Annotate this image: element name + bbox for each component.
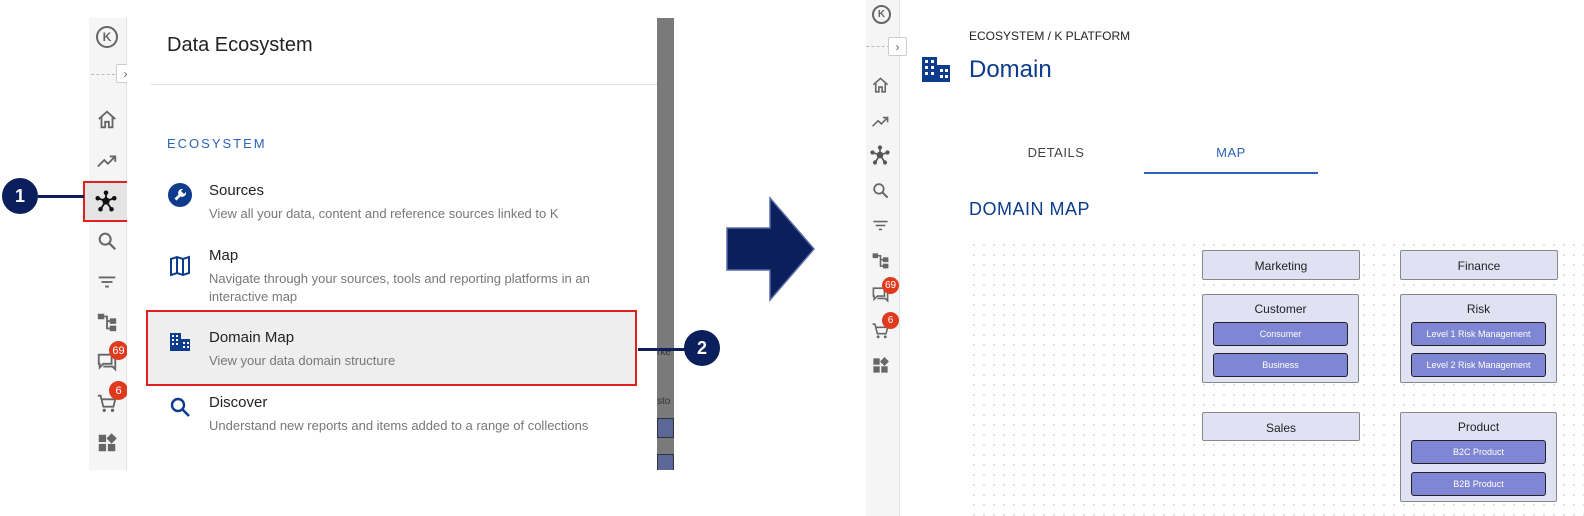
domain-node-risk[interactable]: Risk Level 1 Risk Management Level 2 Ris… xyxy=(1400,294,1557,383)
menu-item-description: Navigate through your sources, tools and… xyxy=(209,271,590,304)
menu-item-description: Understand new reports and items added t… xyxy=(209,418,589,433)
peek-box xyxy=(657,454,674,470)
wrench-icon xyxy=(167,182,193,208)
right-sidebar: K › 69 6 xyxy=(866,0,907,516)
step-1-connector xyxy=(38,195,84,198)
active-tab-indicator xyxy=(1144,172,1318,174)
building-icon xyxy=(167,329,193,355)
section-label-ecosystem: ECOSYSTEM xyxy=(167,136,267,151)
trending-icon[interactable] xyxy=(95,149,119,173)
chat-count-badge: 69 xyxy=(882,277,900,294)
home-icon[interactable] xyxy=(870,75,890,95)
drawer-divider xyxy=(151,84,657,85)
ecosystem-icon[interactable] xyxy=(870,145,890,165)
ecosystem-icon[interactable] xyxy=(94,189,118,213)
search-icon xyxy=(167,394,193,420)
sidebar-divider xyxy=(91,74,115,75)
tab-map[interactable]: MAP xyxy=(1144,145,1318,160)
domain-label: Sales xyxy=(1265,421,1297,435)
apps-icon[interactable] xyxy=(870,355,890,375)
subdomain-node-business[interactable]: Business xyxy=(1213,353,1348,377)
domain-node-finance[interactable]: Finance xyxy=(1400,250,1558,280)
lineage-icon[interactable] xyxy=(95,310,119,334)
filter-icon[interactable] xyxy=(95,270,119,294)
domain-map-canvas[interactable]: Marketing Finance Customer Consumer Busi… xyxy=(969,240,1584,516)
peek-text: sto xyxy=(657,396,671,407)
menu-item-title: Sources xyxy=(209,182,265,199)
map-icon xyxy=(167,253,193,279)
expand-sidebar-button[interactable]: › xyxy=(888,37,907,56)
menu-item-description: View all your data, content and referenc… xyxy=(209,206,559,221)
domain-label: Marketing xyxy=(1254,259,1308,273)
peek-box xyxy=(657,418,674,438)
building-icon xyxy=(922,57,950,82)
subdomain-node-b2b-product[interactable]: B2B Product xyxy=(1411,472,1546,496)
ecosystem-drawer: Data Ecosystem ECOSYSTEM xyxy=(127,18,657,470)
step-2-connector xyxy=(638,348,686,351)
sidebar-divider xyxy=(866,46,890,47)
domain-map-heading: DOMAIN MAP xyxy=(969,199,1091,219)
trending-icon[interactable] xyxy=(870,111,890,131)
k-logo-icon[interactable]: K xyxy=(872,5,891,24)
chat-count-badge: 69 xyxy=(109,341,128,360)
search-icon[interactable] xyxy=(870,180,890,200)
transition-arrow-icon xyxy=(726,196,815,302)
page-title: Domain xyxy=(969,56,1052,83)
menu-item-title: Domain Map xyxy=(209,329,295,346)
search-icon[interactable] xyxy=(95,229,119,253)
subdomain-node-level-1-risk[interactable]: Level 1 Risk Management xyxy=(1411,322,1546,346)
k-logo-icon[interactable]: K xyxy=(96,26,118,48)
apps-icon[interactable] xyxy=(95,431,119,455)
domain-map-selected-highlight[interactable] xyxy=(146,310,637,386)
domain-node-product[interactable]: Product B2C Product B2B Product xyxy=(1400,412,1557,502)
menu-item-title: Discover xyxy=(209,394,268,411)
filter-icon[interactable] xyxy=(870,215,890,235)
menu-item-title: Map xyxy=(209,247,239,264)
lineage-icon[interactable] xyxy=(870,250,890,270)
domain-node-customer[interactable]: Customer Consumer Business xyxy=(1202,294,1359,383)
background-scrim[interactable]: rke sto xyxy=(657,18,674,470)
menu-item-description: View your data domain structure xyxy=(209,353,396,368)
domain-label: Customer xyxy=(1254,302,1307,316)
domain-node-sales[interactable]: Sales xyxy=(1202,412,1360,441)
home-icon[interactable] xyxy=(95,108,119,132)
step-1-callout: 1 xyxy=(2,178,38,214)
domain-node-marketing[interactable]: Marketing xyxy=(1202,250,1360,280)
domain-label: Finance xyxy=(1457,259,1501,273)
subdomain-node-b2c-product[interactable]: B2C Product xyxy=(1411,440,1546,464)
tab-details[interactable]: DETAILS xyxy=(969,145,1143,160)
subdomain-node-level-2-risk[interactable]: Level 2 Risk Management xyxy=(1411,353,1546,377)
cart-count-badge: 6 xyxy=(109,381,128,400)
breadcrumb[interactable]: ECOSYSTEM / K PLATFORM xyxy=(969,29,1130,43)
domain-label: Risk xyxy=(1466,302,1491,316)
subdomain-node-consumer[interactable]: Consumer xyxy=(1213,322,1348,346)
step-2-callout: 2 xyxy=(684,330,720,366)
drawer-title: Data Ecosystem xyxy=(167,34,313,56)
cart-count-badge: 6 xyxy=(882,312,899,329)
domain-label: Product xyxy=(1457,420,1500,434)
